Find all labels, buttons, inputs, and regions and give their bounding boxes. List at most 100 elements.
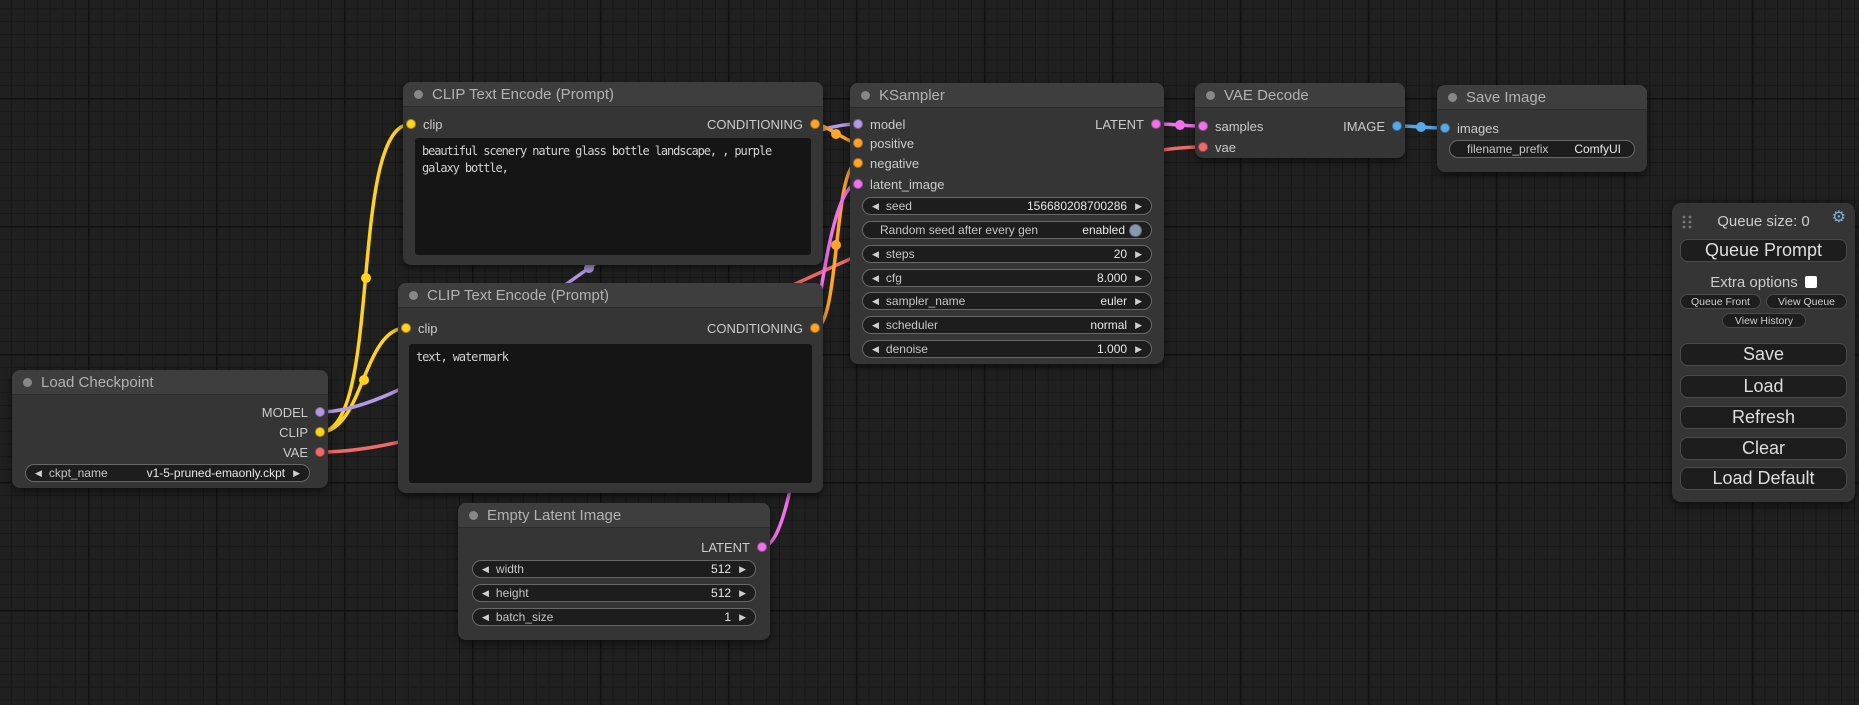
clip-input-port[interactable] [401, 323, 411, 333]
view-history-button[interactable]: View History [1722, 313, 1806, 328]
load-button[interactable]: Load [1680, 375, 1847, 398]
toggle-knob-icon[interactable] [1129, 224, 1142, 237]
denoise-widget[interactable]: ◀ denoise 1.000 ▶ [862, 340, 1152, 358]
decrement-arrow-icon[interactable]: ◀ [482, 613, 489, 622]
decrement-arrow-icon[interactable]: ◀ [872, 250, 879, 259]
decrement-arrow-icon[interactable]: ◀ [872, 202, 879, 211]
decrement-arrow-icon[interactable]: ◀ [872, 321, 879, 330]
model-output-port[interactable] [315, 407, 325, 417]
output-label: IMAGE [1343, 119, 1385, 134]
model-input-port[interactable] [853, 119, 863, 129]
negative-input-port[interactable] [853, 158, 863, 168]
decrement-arrow-icon[interactable]: ◀ [872, 297, 879, 306]
node-ksampler[interactable]: KSampler model LATENT positive negative … [850, 83, 1164, 364]
decrement-arrow-icon[interactable]: ◀ [482, 565, 489, 574]
clip-output-port[interactable] [315, 427, 325, 437]
increment-arrow-icon[interactable]: ▶ [739, 589, 746, 598]
image-output-port[interactable] [1392, 121, 1402, 131]
widget-value: enabled [1082, 223, 1125, 237]
queue-panel[interactable]: Queue size: 0 ⚙ Queue Prompt Extra optio… [1672, 203, 1855, 502]
prompt-textarea[interactable]: text, watermark [409, 344, 812, 483]
node-clip-text-encode-negative[interactable]: CLIP Text Encode (Prompt) clip CONDITION… [398, 283, 823, 493]
widget-label: filename_prefix [1467, 142, 1548, 156]
node-header[interactable]: Empty Latent Image [458, 503, 770, 528]
settings-gear-icon[interactable]: ⚙ [1832, 210, 1846, 226]
widget-value: euler [1100, 294, 1127, 308]
collapse-dot[interactable] [861, 91, 870, 100]
node-empty-latent-image[interactable]: Empty Latent Image LATENT ◀ width 512 ▶ … [458, 503, 770, 640]
increment-arrow-icon[interactable]: ▶ [739, 613, 746, 622]
input-row-clip: clip [401, 319, 438, 337]
output-row-image: IMAGE [1343, 117, 1402, 135]
latent-output-port[interactable] [1151, 119, 1161, 129]
images-input-port[interactable] [1440, 123, 1450, 133]
output-label: LATENT [1095, 117, 1144, 132]
latent-image-input-port[interactable] [853, 179, 863, 189]
samples-input-port[interactable] [1198, 121, 1208, 131]
decrement-arrow-icon[interactable]: ◀ [35, 469, 42, 478]
sampler-name-widget[interactable]: ◀ sampler_name euler ▶ [862, 292, 1152, 310]
load-default-button[interactable]: Load Default [1680, 467, 1847, 490]
node-header[interactable]: CLIP Text Encode (Prompt) [398, 283, 823, 308]
node-header[interactable]: KSampler [850, 83, 1164, 108]
widget-label: Random seed after every gen [880, 223, 1038, 237]
input-row-model: model [853, 115, 905, 133]
increment-arrow-icon[interactable]: ▶ [1135, 202, 1142, 211]
widget-label: steps [886, 247, 915, 261]
scheduler-widget[interactable]: ◀ scheduler normal ▶ [862, 316, 1152, 334]
extra-options-checkbox[interactable] [1805, 276, 1817, 288]
positive-input-port[interactable] [853, 138, 863, 148]
vae-output-port[interactable] [315, 447, 325, 457]
node-header[interactable]: VAE Decode [1195, 83, 1405, 108]
collapse-dot[interactable] [23, 378, 32, 387]
ckpt-name-combo[interactable]: ◀ ckpt_name v1-5-pruned-emaonly.ckpt ▶ [25, 464, 310, 482]
steps-widget[interactable]: ◀ steps 20 ▶ [862, 245, 1152, 263]
node-header[interactable]: Save Image [1437, 85, 1647, 110]
node-save-image[interactable]: Save Image images filename_prefix ComfyU… [1437, 85, 1647, 172]
clip-input-port[interactable] [406, 119, 416, 129]
node-header[interactable]: CLIP Text Encode (Prompt) [403, 82, 823, 107]
node-load-checkpoint[interactable]: Load Checkpoint MODEL CLIP VAE ◀ ckpt_na… [12, 370, 328, 488]
input-label: positive [870, 136, 914, 151]
save-button[interactable]: Save [1680, 343, 1847, 366]
refresh-button[interactable]: Refresh [1680, 406, 1847, 429]
decrement-arrow-icon[interactable]: ◀ [872, 345, 879, 354]
filename-prefix-widget[interactable]: filename_prefix ComfyUI [1449, 140, 1635, 158]
cfg-widget[interactable]: ◀ cfg 8.000 ▶ [862, 269, 1152, 287]
increment-arrow-icon[interactable]: ▶ [739, 565, 746, 574]
conditioning-output-port[interactable] [810, 323, 820, 333]
view-queue-button[interactable]: View Queue [1766, 294, 1847, 309]
latent-output-port[interactable] [757, 542, 767, 552]
vae-input-port[interactable] [1198, 142, 1208, 152]
collapse-dot[interactable] [414, 90, 423, 99]
increment-arrow-icon[interactable]: ▶ [1135, 297, 1142, 306]
batch-size-widget[interactable]: ◀ batch_size 1 ▶ [472, 608, 756, 626]
clear-button[interactable]: Clear [1680, 437, 1847, 460]
width-widget[interactable]: ◀ width 512 ▶ [472, 560, 756, 578]
node-header[interactable]: Load Checkpoint [12, 370, 328, 395]
conditioning-output-port[interactable] [810, 119, 820, 129]
decrement-arrow-icon[interactable]: ◀ [872, 274, 879, 283]
increment-arrow-icon[interactable]: ▶ [293, 469, 300, 478]
drag-handle-icon[interactable] [1681, 214, 1693, 229]
collapse-dot[interactable] [409, 291, 418, 300]
node-clip-text-encode-positive[interactable]: CLIP Text Encode (Prompt) clip CONDITION… [403, 82, 823, 265]
seed-widget[interactable]: ◀ seed 156680208700286 ▶ [862, 197, 1152, 215]
collapse-dot[interactable] [469, 511, 478, 520]
increment-arrow-icon[interactable]: ▶ [1135, 321, 1142, 330]
node-vae-decode[interactable]: VAE Decode samples IMAGE vae [1195, 83, 1405, 158]
increment-arrow-icon[interactable]: ▶ [1135, 345, 1142, 354]
height-widget[interactable]: ◀ height 512 ▶ [472, 584, 756, 602]
increment-arrow-icon[interactable]: ▶ [1135, 250, 1142, 259]
input-row-images: images [1440, 119, 1499, 137]
queue-prompt-button[interactable]: Queue Prompt [1680, 239, 1847, 262]
collapse-dot[interactable] [1448, 93, 1457, 102]
random-seed-toggle[interactable]: Random seed after every gen enabled [862, 221, 1152, 239]
input-row-samples: samples [1198, 117, 1263, 135]
collapse-dot[interactable] [1206, 91, 1215, 100]
node-graph-canvas[interactable]: Load Checkpoint MODEL CLIP VAE ◀ ckpt_na… [0, 0, 1859, 705]
decrement-arrow-icon[interactable]: ◀ [482, 589, 489, 598]
prompt-textarea[interactable]: beautiful scenery nature glass bottle la… [415, 138, 811, 255]
queue-front-button[interactable]: Queue Front [1680, 294, 1761, 309]
increment-arrow-icon[interactable]: ▶ [1135, 274, 1142, 283]
